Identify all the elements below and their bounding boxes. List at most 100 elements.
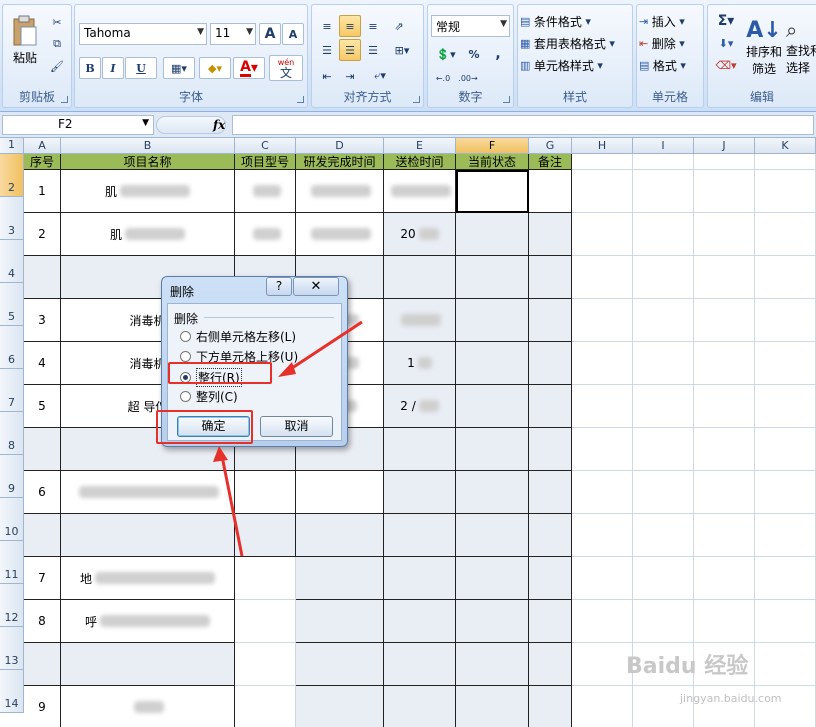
cell-status[interactable] — [456, 686, 529, 727]
cell-done[interactable] — [296, 686, 384, 727]
row-header-4[interactable]: 4 — [0, 240, 24, 283]
empty-cell[interactable] — [755, 170, 816, 213]
clear-icon[interactable]: ⌫▾ — [712, 55, 740, 75]
wrap-text-icon[interactable]: ⤶▾ — [366, 65, 394, 87]
align-top-icon[interactable]: ≡ — [316, 15, 338, 37]
align-right-icon[interactable]: ☰ — [362, 39, 384, 61]
cell-model[interactable] — [235, 557, 296, 600]
font-launcher-icon[interactable] — [297, 96, 304, 103]
empty-cell[interactable] — [572, 686, 633, 727]
empty-cell[interactable] — [572, 342, 633, 385]
cell-done[interactable] — [296, 643, 384, 686]
empty-cell[interactable] — [694, 299, 755, 342]
cell-model[interactable] — [235, 213, 296, 256]
cell-name[interactable] — [61, 471, 235, 514]
empty-cell[interactable] — [572, 299, 633, 342]
empty-cell[interactable] — [572, 471, 633, 514]
cell-test[interactable] — [384, 643, 456, 686]
cell-model[interactable] — [235, 600, 296, 643]
cell-note[interactable] — [529, 428, 572, 471]
cancel-button[interactable]: 取消 — [260, 416, 333, 437]
format-cells-button[interactable]: ▤ 格式 ▾ — [639, 55, 703, 75]
column-header-f[interactable]: F — [456, 138, 529, 154]
cell-note[interactable] — [529, 514, 572, 557]
underline-button[interactable]: U — [125, 57, 157, 79]
cell-status[interactable] — [456, 557, 529, 600]
format-painter-icon[interactable]: 🖌 — [47, 57, 67, 75]
cut-icon[interactable]: ✂ — [47, 13, 67, 31]
empty-cell[interactable] — [694, 256, 755, 299]
empty-cell[interactable] — [633, 600, 694, 643]
empty-cell[interactable] — [694, 385, 755, 428]
empty-cell[interactable] — [755, 213, 816, 256]
empty-cell[interactable] — [694, 170, 755, 213]
format-as-table-button[interactable]: ▦ 套用表格格式 ▾ — [520, 33, 632, 53]
cell-model[interactable] — [235, 170, 296, 213]
increase-decimal-icon[interactable]: ←.0 — [431, 67, 455, 89]
cell-num[interactable] — [24, 643, 61, 686]
sort-filter-button[interactable]: A↓ 排序和 筛选 — [744, 11, 784, 83]
empty-cell[interactable] — [633, 342, 694, 385]
empty-cell[interactable] — [694, 600, 755, 643]
cell-num[interactable]: 5 — [24, 385, 61, 428]
cell-num[interactable]: 9 — [24, 686, 61, 727]
cell-status[interactable] — [456, 471, 529, 514]
empty-cell[interactable] — [755, 600, 816, 643]
empty-cell[interactable] — [572, 557, 633, 600]
row-header-9[interactable]: 9 — [0, 455, 24, 498]
cell-note[interactable] — [529, 686, 572, 727]
row-header-8[interactable]: 8 — [0, 412, 24, 455]
column-header-b[interactable]: B — [61, 138, 235, 154]
cell-note[interactable] — [529, 643, 572, 686]
empty-cell[interactable] — [633, 256, 694, 299]
empty-cell[interactable] — [633, 154, 694, 170]
empty-cell[interactable] — [694, 428, 755, 471]
empty-cell[interactable] — [694, 514, 755, 557]
align-bottom-icon[interactable]: ≡ — [362, 15, 384, 37]
cell-num[interactable]: 2 — [24, 213, 61, 256]
cell-test[interactable]: 1 — [384, 342, 456, 385]
empty-cell[interactable] — [572, 514, 633, 557]
empty-cell[interactable] — [572, 428, 633, 471]
empty-cell[interactable] — [572, 213, 633, 256]
empty-cell[interactable] — [694, 557, 755, 600]
cell-note[interactable] — [529, 600, 572, 643]
autosum-button[interactable]: Σ ▾ — [712, 11, 740, 31]
cell-test[interactable] — [384, 557, 456, 600]
empty-cell[interactable] — [755, 154, 816, 170]
cell-status[interactable] — [456, 385, 529, 428]
cell-note[interactable] — [529, 342, 572, 385]
row-header-6[interactable]: 6 — [0, 326, 24, 369]
cell-status[interactable] — [456, 600, 529, 643]
empty-cell[interactable] — [572, 154, 633, 170]
cell-test[interactable] — [384, 514, 456, 557]
cell-name[interactable]: 呼 — [61, 600, 235, 643]
radio-shift-left[interactable]: 右侧单元格左移(L) — [180, 328, 296, 345]
increase-indent-icon[interactable]: ⇥ — [339, 65, 361, 87]
empty-cell[interactable] — [755, 256, 816, 299]
row-header-5[interactable]: 5 — [0, 283, 24, 326]
cell-name[interactable] — [61, 643, 235, 686]
cell-test[interactable] — [384, 471, 456, 514]
cell-test[interactable] — [384, 686, 456, 727]
empty-cell[interactable] — [694, 342, 755, 385]
copy-icon[interactable]: ⧉ — [47, 35, 67, 53]
cell-num[interactable]: 3 — [24, 299, 61, 342]
delete-cells-button[interactable]: ⇤ 删除 ▾ — [639, 33, 703, 53]
cell-test[interactable] — [384, 299, 456, 342]
alignment-launcher-icon[interactable] — [413, 96, 420, 103]
cell-num[interactable]: 7 — [24, 557, 61, 600]
row-header-13[interactable]: 13 — [0, 627, 24, 670]
empty-cell[interactable] — [694, 213, 755, 256]
empty-cell[interactable] — [572, 643, 633, 686]
column-header-h[interactable]: H — [572, 138, 633, 154]
cell-name[interactable] — [61, 514, 235, 557]
cell-model[interactable] — [235, 514, 296, 557]
cell-name[interactable]: 地 — [61, 557, 235, 600]
row-header-3[interactable]: 3 — [0, 197, 24, 240]
active-cell-f2[interactable] — [456, 170, 529, 213]
align-center-icon[interactable]: ☰ — [339, 39, 361, 61]
cell-num[interactable]: 6 — [24, 471, 61, 514]
empty-cell[interactable] — [572, 385, 633, 428]
cell-status[interactable] — [456, 256, 529, 299]
